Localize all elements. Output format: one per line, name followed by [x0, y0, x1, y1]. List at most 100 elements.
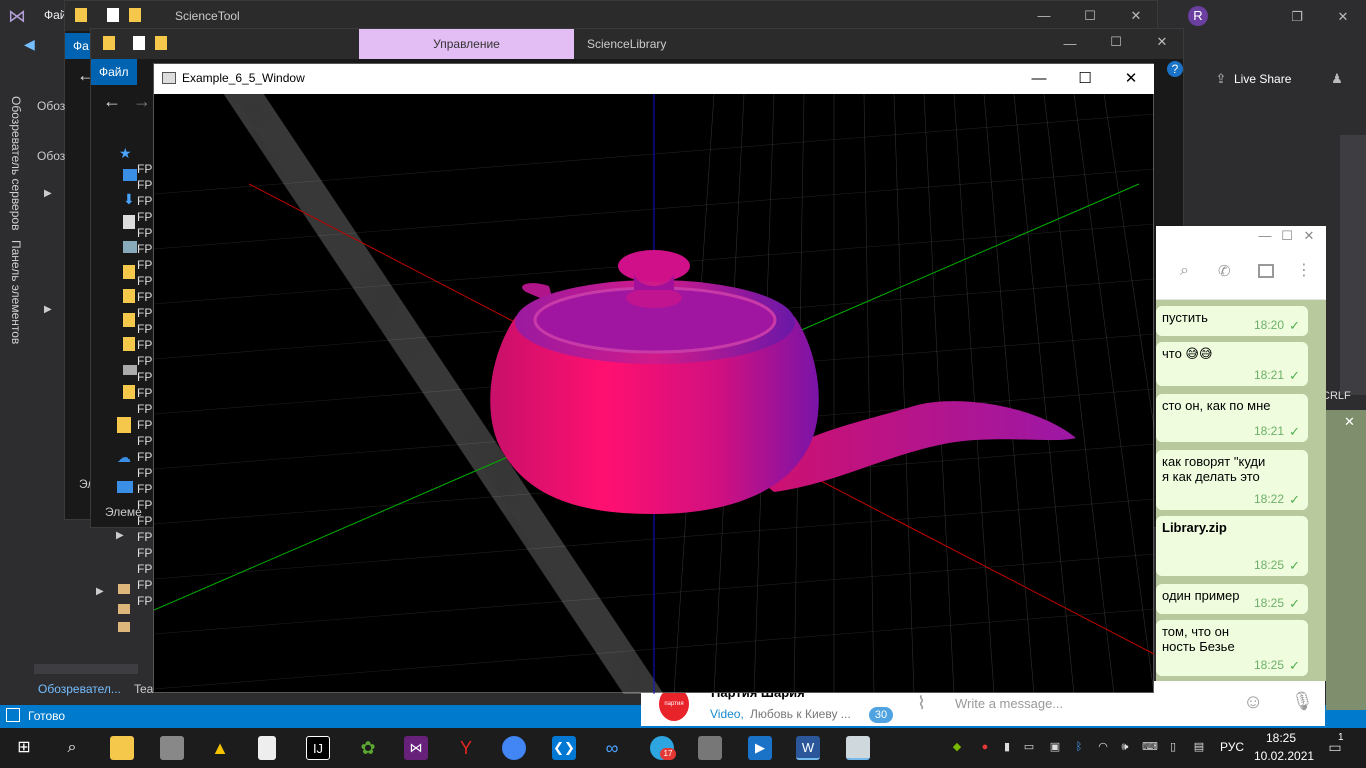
file-list-item[interactable]: FP — [137, 178, 153, 194]
solution-explorer-tab[interactable]: Обозревател... — [38, 682, 121, 696]
file-list-item[interactable]: FP — [137, 162, 153, 178]
message-bubble[interactable]: сто он, как по мне 18:21 ✓ — [1156, 394, 1308, 442]
minimize-icon[interactable]: — — [1256, 229, 1274, 243]
new-folder-icon[interactable] — [129, 8, 141, 22]
vs-restore-icon[interactable]: ❐ — [1288, 10, 1306, 24]
telegram-icon[interactable]: 17 — [650, 736, 676, 760]
visual-studio-icon[interactable]: ⋈ — [404, 736, 428, 760]
team-explorer-tab[interactable]: Tea — [134, 682, 153, 696]
minimize-icon[interactable]: — — [1035, 9, 1053, 23]
close-button[interactable]: ✕ — [1108, 68, 1154, 90]
file-list-item[interactable]: FP — [137, 578, 153, 594]
more-options-icon[interactable]: ⋮ — [1296, 260, 1312, 280]
tray-monitor-icon[interactable]: ▣ — [1048, 740, 1062, 754]
maximize-icon[interactable]: ☐ — [1278, 229, 1296, 243]
file-list-item[interactable]: FP — [137, 466, 153, 482]
media-player-icon[interactable]: ▶ — [748, 736, 772, 760]
file-list-item[interactable]: FP — [137, 322, 153, 338]
manage-tab[interactable]: Управление — [359, 29, 574, 59]
clock-time[interactable]: 18:25 — [1266, 731, 1296, 745]
remote-desktop-icon[interactable] — [698, 736, 722, 760]
feedback-icon[interactable]: ♟ — [1328, 72, 1346, 86]
message-bubble[interactable]: что 😅😅 18:21 ✓ — [1156, 342, 1308, 386]
message-bubble[interactable]: один пример 18:25 ✓ — [1156, 584, 1308, 614]
tree-expand-icon[interactable]: ▶ — [44, 304, 52, 315]
vs-close-icon[interactable]: ✕ — [1334, 10, 1352, 24]
chrome-icon[interactable] — [502, 736, 526, 760]
line-ending-indicator[interactable]: CRLF — [1322, 390, 1351, 402]
file-list-item[interactable]: FP — [137, 450, 153, 466]
notepad-icon[interactable] — [258, 736, 276, 760]
message-input[interactable]: Write a message... — [955, 696, 1063, 711]
intellij-icon[interactable]: IJ — [306, 736, 330, 760]
tree-expand-icon[interactable]: ▶ — [116, 530, 124, 541]
maximize-icon[interactable]: ☐ — [1107, 35, 1125, 49]
opengl-viewport[interactable] — [154, 94, 1154, 694]
network-app-icon[interactable]: ∞ — [600, 736, 624, 760]
close-icon[interactable]: ✕ — [1153, 35, 1171, 49]
tray-device-icon[interactable]: ▮ — [1000, 740, 1014, 754]
server-explorer-tab[interactable]: Обозреватель серверов — [9, 96, 23, 230]
word-icon[interactable]: W — [796, 736, 820, 760]
windows-start-icon[interactable]: ⊞ — [12, 736, 36, 760]
file-list-item[interactable]: FP — [137, 402, 153, 418]
file-list-item[interactable]: FP — [137, 562, 153, 578]
android-studio-icon[interactable]: ✿ — [356, 736, 380, 760]
properties-icon[interactable] — [133, 36, 145, 50]
attach-icon[interactable]: ⌇ — [917, 693, 926, 714]
file-list-item[interactable]: FP — [137, 210, 153, 226]
bluetooth-icon[interactable]: ᛒ — [1072, 740, 1086, 754]
file-list-item[interactable]: FP — [137, 274, 153, 290]
file-list-item[interactable]: FP — [137, 226, 153, 242]
maximize-button[interactable]: ☐ — [1062, 68, 1108, 90]
quick-access-star-icon[interactable]: ★ — [119, 145, 132, 162]
calculator-icon[interactable] — [160, 736, 184, 760]
toolbox-tab[interactable]: Панель элементов — [9, 240, 23, 344]
close-icon[interactable]: ✕ — [1127, 9, 1145, 23]
aimp-icon[interactable]: ▲ — [208, 736, 232, 760]
minimize-button[interactable]: — — [1016, 68, 1062, 90]
tree-expand-icon[interactable]: ▶ — [44, 188, 52, 199]
tray-app-icon[interactable]: ● — [978, 740, 992, 754]
search-icon[interactable]: ⌕ — [1180, 262, 1189, 280]
file-list-item[interactable]: FP — [137, 482, 153, 498]
back-icon[interactable]: ◀ — [24, 36, 35, 53]
file-list-item[interactable]: FP — [137, 498, 153, 514]
back-arrow-icon[interactable]: ← — [103, 91, 121, 112]
call-icon[interactable]: ✆ — [1218, 262, 1231, 280]
message-bubble[interactable]: Library.zip 18:25 ✓ — [1156, 516, 1308, 576]
message-bubble[interactable]: том, что он ность Безье 18:25 ✓ — [1156, 620, 1308, 676]
account-avatar[interactable]: R — [1188, 6, 1208, 26]
new-folder-icon[interactable] — [155, 36, 167, 50]
message-bubble[interactable]: пустить 18:20 ✓ — [1156, 306, 1308, 336]
sidebar-toggle-icon[interactable] — [1258, 264, 1274, 278]
wifi-icon[interactable]: ◠ — [1096, 740, 1110, 754]
tree-expand-icon[interactable]: ▶ — [96, 586, 104, 597]
file-list-item[interactable]: FP — [137, 194, 153, 210]
file-list-item[interactable]: FP — [137, 370, 153, 386]
keyboard-icon[interactable]: ⌨ — [1142, 740, 1158, 754]
tray-extra-icon[interactable]: ▤ — [1192, 740, 1206, 754]
file-list-item[interactable]: FP — [137, 530, 153, 546]
file-tab[interactable]: Файл — [91, 59, 137, 85]
emoji-icon[interactable]: ☺ — [1243, 691, 1263, 714]
file-list-item[interactable]: FP — [137, 306, 153, 322]
file-list-item[interactable]: FP — [137, 386, 153, 402]
horizontal-scrollbar[interactable] — [34, 664, 138, 674]
language-indicator[interactable]: РУС — [1220, 740, 1244, 754]
file-list-item[interactable]: FP — [137, 242, 153, 258]
minimize-icon[interactable]: — — [1061, 37, 1079, 51]
nvidia-icon[interactable]: ◆ — [950, 740, 964, 754]
file-list-item[interactable]: FP — [137, 594, 153, 610]
live-share-button[interactable]: Live Share — [1234, 72, 1291, 86]
properties-icon[interactable] — [107, 8, 119, 22]
microphone-icon[interactable]: 🎙 — [1291, 691, 1314, 712]
yandex-icon[interactable]: Y — [454, 736, 478, 760]
maximize-icon[interactable]: ☐ — [1081, 9, 1099, 23]
file-list-item[interactable]: FP — [137, 338, 153, 354]
file-list-item[interactable]: FP — [137, 354, 153, 370]
close-icon[interactable]: ✕ — [1300, 229, 1318, 243]
volume-icon[interactable]: 🕪 — [1118, 740, 1132, 754]
help-icon[interactable]: ? — [1167, 61, 1183, 77]
file-list-item[interactable]: FP — [137, 434, 153, 450]
